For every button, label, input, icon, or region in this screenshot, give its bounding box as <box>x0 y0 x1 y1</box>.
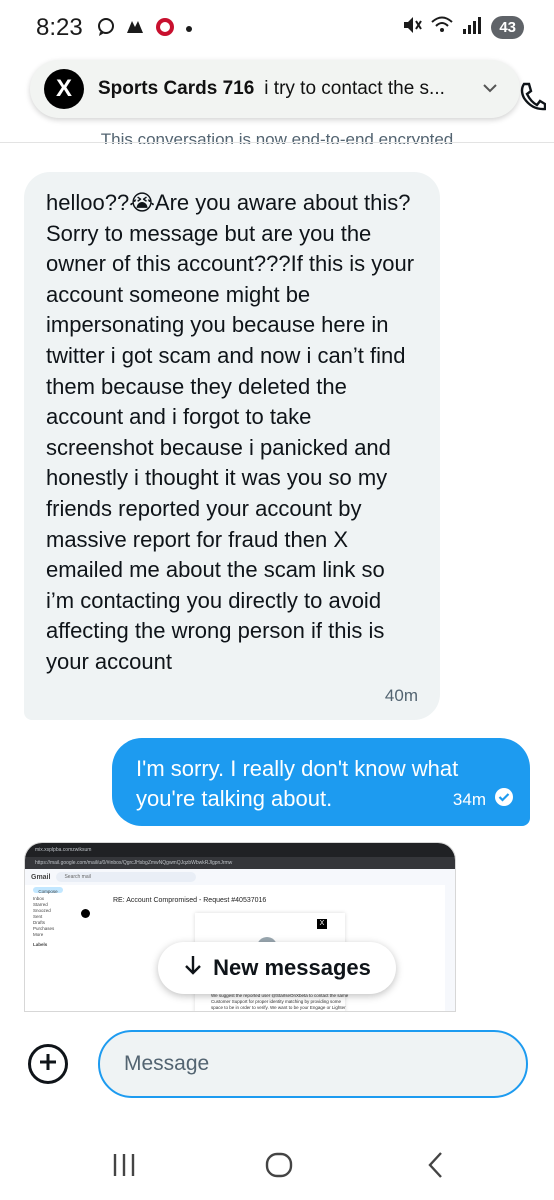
browser-tab-bar: mix.xsplpba.comzwiksum <box>25 843 455 857</box>
notification-sender: Sports Cards 716 <box>98 78 255 99</box>
system-nav-bar <box>0 1130 554 1200</box>
verified-check-icon <box>494 787 514 812</box>
notification-preview: i try to contact the s... <box>264 78 445 99</box>
browser-tab-title: mix.xsplpba.comzwiksum <box>35 847 92 853</box>
message-input[interactable]: Message <box>98 1030 528 1098</box>
chevron-down-icon[interactable] <box>480 78 500 103</box>
header-divider <box>0 142 554 143</box>
dot-icon <box>184 21 194 39</box>
gmail-body-text: We suggest the reported user @StarlseOnX… <box>211 993 349 1010</box>
add-media-button[interactable] <box>28 1044 68 1084</box>
gmail-search: Search mail <box>56 872 197 882</box>
plus-icon <box>38 1052 58 1077</box>
sent-message-time: 34m <box>452 789 486 809</box>
received-message-time: 40m <box>384 686 418 705</box>
status-bar: 8:23 43 <box>0 0 554 60</box>
gmail-right-rail <box>445 869 455 1011</box>
status-time: 8:23 <box>36 14 83 41</box>
browser-url: https://mail.google.com/mail/u/0/#inbox/… <box>35 860 233 866</box>
sent-message-text: I'm sorry. I really don't know what you'… <box>136 756 459 811</box>
x-logo-icon: X <box>317 919 327 929</box>
app-badge-icon <box>154 16 176 43</box>
gmail-sender-avatar <box>81 909 90 918</box>
gmail-logo: Gmail <box>31 873 51 881</box>
browser-url-bar: https://mail.google.com/mail/u/0/#inbox/… <box>25 857 455 869</box>
home-icon[interactable] <box>264 1150 294 1185</box>
sent-message-bubble[interactable]: I'm sorry. I really don't know what you'… <box>112 738 530 826</box>
speech-bubble-icon <box>96 17 116 42</box>
gear-icon <box>124 17 146 42</box>
mute-icon <box>401 14 423 41</box>
received-message-text: helloo??😭Are you aware about this?Sorry … <box>46 190 415 674</box>
gmail-subject: RE: Account Compromised - Request #40537… <box>113 897 267 904</box>
signal-icon <box>461 15 483 40</box>
gmail-compose: Compose <box>33 887 63 894</box>
new-messages-button[interactable]: New messages <box>158 942 396 994</box>
battery-indicator: 43 <box>491 16 524 39</box>
new-messages-label: New messages <box>213 955 371 980</box>
gmail-topbar: Gmail Search mail <box>25 869 455 885</box>
received-message-bubble[interactable]: helloo??😭Are you aware about this?Sorry … <box>24 172 440 720</box>
status-right: 43 <box>401 14 524 41</box>
wifi-icon <box>431 15 453 40</box>
sent-message-meta: 34m <box>453 787 514 812</box>
message-placeholder: Message <box>124 1052 210 1075</box>
back-icon[interactable] <box>424 1150 446 1185</box>
x-logo-icon: X <box>44 69 84 109</box>
gmail-folder: More <box>33 932 44 937</box>
arrow-down-icon <box>183 954 203 982</box>
gmail-labels-heading: Labels <box>33 942 48 947</box>
phone-icon[interactable] <box>518 80 547 117</box>
recent-apps-icon[interactable] <box>110 1150 138 1185</box>
notification-banner[interactable]: X Sports Cards 716 i try to contact the … <box>30 60 520 118</box>
status-left-icons <box>96 16 194 43</box>
